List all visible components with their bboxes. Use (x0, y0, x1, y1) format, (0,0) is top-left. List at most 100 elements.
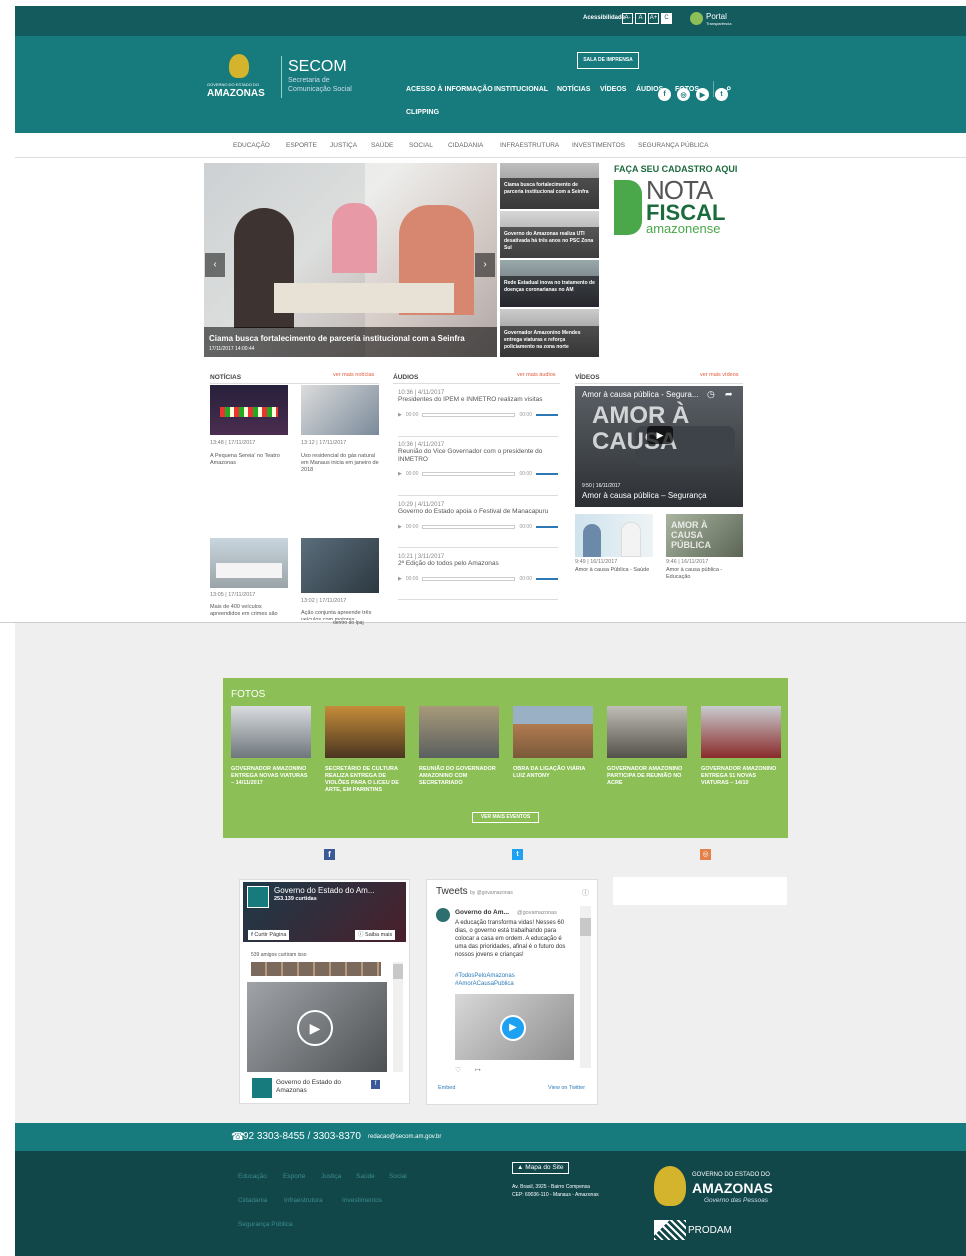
footer-link-justica[interactable]: Justiça (321, 1173, 341, 1180)
twitter-avatar[interactable] (436, 908, 450, 922)
font-increase-button[interactable]: A+ (648, 13, 659, 24)
news-title-2[interactable]: Uso residencial do gás natural em Manaus… (301, 453, 379, 474)
foto-item-6[interactable]: GOVERNADOR AMAZONINO ENTREGA 51 NOVAS VI… (701, 706, 781, 787)
page-avatar[interactable] (247, 886, 269, 908)
footer-state-logo[interactable]: AMAZONAS (692, 1180, 773, 1196)
facebook-icon[interactable]: f (324, 849, 335, 860)
slider-prev-button[interactable]: ‹ (205, 253, 225, 277)
nav-noticias[interactable]: NOTÍCIAS (557, 86, 590, 93)
fb-post-author[interactable]: Governo do Estado do Amazonas (276, 1079, 356, 1095)
more-events-button[interactable]: VER MAIS EVENTOS (472, 812, 539, 823)
play-icon[interactable]: ▶ (297, 1010, 333, 1046)
twitter-view-link[interactable]: View on Twitter (548, 1085, 585, 1091)
audio-title-1[interactable]: Presidentes do IPEM e INMETRO realizam v… (398, 396, 558, 404)
news-thumb-2[interactable] (301, 385, 379, 435)
nav-clipping[interactable]: CLIPPING (406, 109, 439, 116)
font-normal-button[interactable]: A (635, 13, 646, 24)
cat-social[interactable]: SOCIAL (409, 142, 433, 149)
info-icon[interactable]: ⓘ (582, 888, 589, 898)
tweet-hashtags[interactable]: #TodosPeloAmazonas #AmorACausaPublica (455, 972, 573, 988)
audio-item-3[interactable]: 10:29 | 4/11/2017 Governo do Estado apoi… (398, 502, 558, 548)
sitemap-button[interactable]: ▲ Mapa do Site (512, 1162, 569, 1174)
audio-player-1[interactable]: ▶ 00:00 00:00 (398, 412, 558, 418)
foto-item-3[interactable]: REUNIÃO DO GOVERNADOR AMAZONINO COM SECR… (419, 706, 499, 787)
clock-icon[interactable]: ◷ (707, 389, 715, 400)
video-thumb-1[interactable] (575, 514, 653, 557)
search-icon[interactable]: ⌕ (726, 83, 732, 94)
play-icon[interactable]: ▶ (647, 426, 673, 444)
video-main-caption[interactable]: Amor à causa pública – Segurança (582, 491, 707, 500)
twitter-embed-link[interactable]: Embed (438, 1085, 455, 1091)
fb-more-button[interactable]: ⓘ Saiba mais (355, 930, 396, 940)
slider-next-button[interactable]: › (475, 253, 495, 277)
slider-thumb-4[interactable]: Governador Amazonino Mendes entrega viat… (500, 309, 599, 357)
news-thumb-1[interactable] (210, 385, 288, 435)
news-thumb-4[interactable] (301, 538, 379, 593)
cat-seguranca[interactable]: SEGURANÇA PÚBLICA (638, 142, 708, 149)
nav-institucional[interactable]: INSTITUCIONAL (494, 86, 548, 93)
fb-like-button[interactable]: f Curtir Página (248, 930, 290, 940)
nav-fotos[interactable]: FOTOS (675, 86, 699, 93)
news-title-1[interactable]: A Pequena Sereia' no Teatro Amazonas (210, 453, 288, 467)
main-slider-image[interactable] (204, 163, 497, 357)
video-thumb-2[interactable]: AMOR À CAUSA PÚBLICA (666, 514, 743, 557)
facebook-cover[interactable]: Governo do Estado do Am... 253.139 curti… (243, 882, 406, 942)
foto-item-5[interactable]: GOVERNADOR AMAZONINO PARTICIPA DE REUNIÃ… (607, 706, 687, 787)
audios-more-link[interactable]: ver mais áudios (517, 372, 556, 378)
fb-page-name[interactable]: Governo do Estado do Am... (274, 886, 375, 895)
video-main-title[interactable]: Amor à causa pública - Segura... (582, 390, 699, 399)
play-icon[interactable]: ▶ (500, 1015, 526, 1041)
fb-scrollbar[interactable] (393, 962, 403, 1072)
twitter-icon[interactable]: t (512, 849, 523, 860)
news-thumb-3[interactable] (210, 538, 288, 588)
nav-audios[interactable]: ÁUDIOS (636, 86, 663, 93)
tweet-handle[interactable]: @govamazonas (517, 910, 557, 916)
tweet-user[interactable]: Governo do Am... (455, 909, 509, 916)
foto-item-1[interactable]: GOVERNADOR AMAZONINO ENTREGA NOVAS VIATU… (231, 706, 311, 787)
state-logo-text[interactable]: AMAZONAS (207, 88, 265, 99)
audio-title-4[interactable]: 2ª Edição do todos pelo Amazonas (398, 560, 558, 568)
video-title-2[interactable]: Amor à causa pública - Educação (666, 567, 743, 581)
heart-icon[interactable]: ♡ (455, 1066, 461, 1074)
footer-link-seguranca[interactable]: Segurança Pública (238, 1221, 293, 1228)
audio-player-2[interactable]: ▶ 00:00 00:00 (398, 471, 558, 477)
share-icon[interactable]: ➦ (725, 389, 733, 400)
main-video-player[interactable]: Amor à causa pública - Segura... ◷ ➦ AMO… (575, 386, 743, 507)
footer-link-saude[interactable]: Saúde (356, 1173, 375, 1180)
cat-esporte[interactable]: ESPORTE (286, 142, 317, 149)
news-more-link[interactable]: ver mais notícias (333, 372, 374, 378)
footer-link-investimentos[interactable]: Investimentos (342, 1197, 382, 1204)
audio-item-4[interactable]: 10:21 | 3/11/2017 2ª Edição do todos pel… (398, 554, 558, 600)
slider-thumb-3[interactable]: Rede Estadual inova no tratamento de doe… (500, 260, 599, 307)
videos-more-link[interactable]: ver mais vídeos (700, 372, 739, 378)
nav-videos[interactable]: VÍDEOS (600, 86, 626, 93)
font-decrease-button[interactable]: A- (622, 13, 633, 24)
foto-item-4[interactable]: OBRA DA LIGAÇÃO VIÁRIA LUIZ ANTONY (513, 706, 593, 780)
audio-item-2[interactable]: 10:36 | 4/11/2017 Reunião do Vice Govern… (398, 442, 558, 496)
nav-acesso-informacao[interactable]: ACESSO À INFORMAÇÃO (406, 86, 493, 93)
nota-fiscal-banner[interactable]: FAÇA SEU CADASTRO AQUI NOTA FISCAL amazo… (610, 163, 740, 239)
cat-justica[interactable]: JUSTIÇA (330, 142, 357, 149)
slider-thumb-2[interactable]: Governo do Amazonas realiza UTI desativa… (500, 211, 599, 258)
fb-post-video[interactable]: ▶ (247, 982, 387, 1072)
audio-item-1[interactable]: 10:36 | 4/11/2017 Presidentes do IPEM e … (398, 390, 558, 437)
secom-title[interactable]: SECOM (288, 58, 347, 76)
page-avatar[interactable] (252, 1078, 272, 1098)
footer-prodam[interactable]: PRODAM (688, 1225, 732, 1236)
instagram-icon[interactable]: ◎ (700, 849, 711, 860)
fb-friend-avatars[interactable] (251, 962, 381, 976)
audio-title-3[interactable]: Governo do Estado apoia o Festival de Ma… (398, 508, 558, 516)
facebook-icon[interactable]: f (371, 1080, 380, 1089)
tweet-video[interactable]: ▶ (455, 994, 574, 1060)
cat-infraestrutura[interactable]: INFRAESTRUTURA (500, 142, 559, 149)
cat-investimentos[interactable]: INVESTIMENTOS (572, 142, 625, 149)
video-title-1[interactable]: Amor à causa Pública - Saúde (575, 567, 653, 574)
twitter-scrollbar[interactable] (580, 906, 591, 1068)
twitter-by[interactable]: by @govamazonas (470, 890, 513, 896)
footer-link-esporte[interactable]: Esporte (283, 1173, 305, 1180)
slider-thumb-1[interactable]: Ciama busca fortalecimento de parceria i… (500, 163, 599, 209)
footer-link-educacao[interactable]: Educação (238, 1173, 267, 1180)
footer-link-cidadania[interactable]: Cidadania (238, 1197, 267, 1204)
footer-link-social[interactable]: Social (389, 1173, 407, 1180)
press-room-button[interactable]: SALA DE IMPRENSA (577, 52, 639, 69)
